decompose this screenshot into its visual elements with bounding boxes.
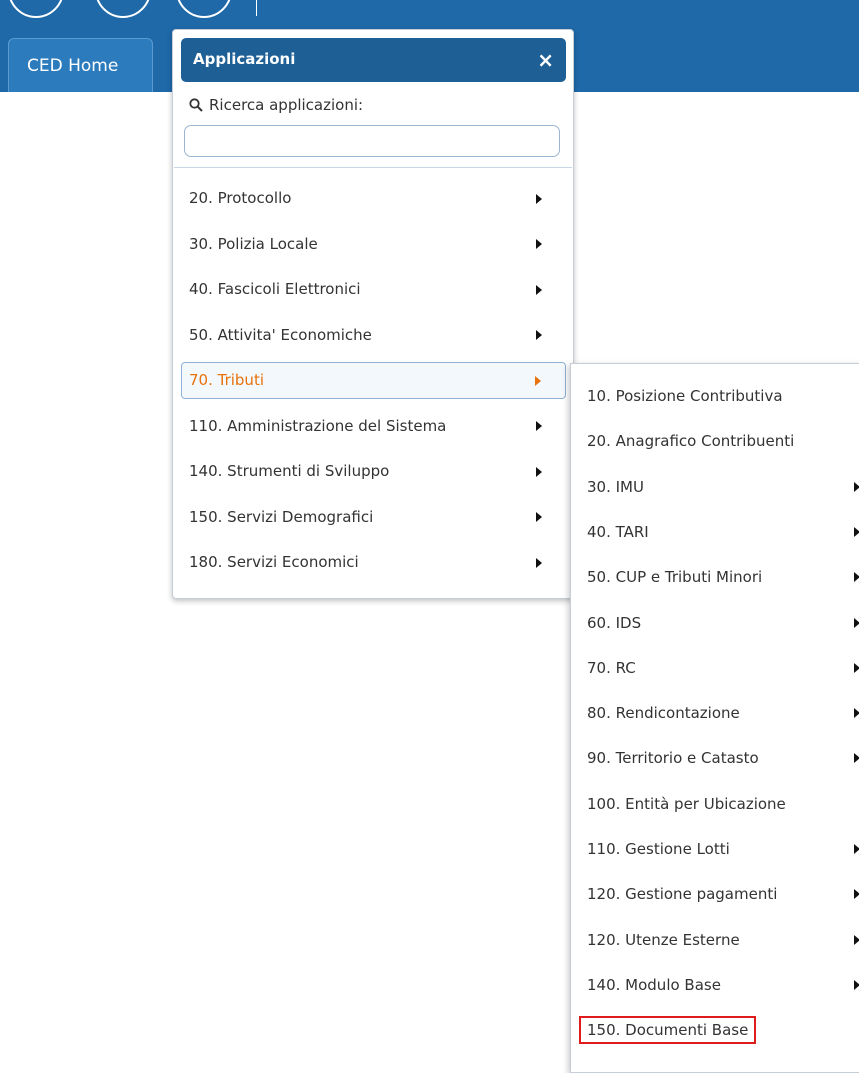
submenu-item-150-documenti-base[interactable]: 150. Documenti Base [571,1012,859,1048]
menu-item-40-fascicoli-elettronici[interactable]: 40. Fascicoli Elettronici [181,271,566,308]
submenu-item-40-tari[interactable]: 40. TARI [571,514,859,550]
submenu-arrow-icon [854,526,859,537]
submenu-item-10-posizione-contributiva[interactable]: 10. Posizione Contributiva [571,378,859,414]
submenu-arrow-icon [536,239,542,249]
nav-circle-icon[interactable] [95,0,151,18]
submenu-item-label: 120. Utenze Esterne [587,930,740,949]
applications-panel-header: Applicazioni × [181,38,566,82]
submenu-arrow-icon [536,330,542,340]
submenu-arrow-icon [854,979,859,990]
submenu-item-70-rc[interactable]: 70. RC [571,650,859,686]
submenu-item-60-ids[interactable]: 60. IDS [571,605,859,641]
submenu-item-label: 80. Rendicontazione [587,704,740,723]
submenu-item-label: 60. IDS [587,613,642,632]
submenu-item-90-territorio-e-catasto[interactable]: 90. Territorio e Catasto [571,740,859,776]
menu-item-label: 20. Protocollo [189,189,292,207]
nav-divider [256,0,257,16]
submenu-arrow-icon [854,572,859,583]
menu-item-label: 140. Strumenti di Sviluppo [189,462,390,480]
submenu-arrow-icon [536,421,542,431]
submenu-item-label: 10. Posizione Contributiva [587,387,783,405]
submenu-item-label: 30. IMU [587,477,644,496]
submenu-item-30-imu[interactable]: 30. IMU [571,469,859,505]
menu-item-70-tributi[interactable]: 70. Tributi [181,362,566,399]
submenu-item-120-utenze-esterne[interactable]: 120. Utenze Esterne [571,922,859,958]
tab-ced-home[interactable]: CED Home [8,38,153,92]
submenu-arrow-icon [536,557,542,568]
submenu-item-label: 100. Entità per Ubicazione [587,794,786,813]
menu-item-label: 70. Tributi [189,371,264,389]
menu-item-50-attivita-economiche[interactable]: 50. Attivita' Economiche [181,317,566,354]
search-icon [189,98,203,112]
submenu-item-label: 20. Anagrafico Contribuenti [587,432,795,451]
nav-circle-icon[interactable] [8,0,64,18]
menu-item-20-protocollo[interactable]: 20. Protocollo [181,180,566,217]
menu-item-label: 40. Fascicoli Elettronici [189,280,361,298]
menu-item-110-amministrazione-del-sistema[interactable]: 110. Amministrazione del Sistema [181,408,566,445]
submenu-arrow-icon [854,662,859,673]
search-label: Ricerca applicazioni: [189,96,363,114]
submenu-item-label: 110. Gestione Lotti [587,840,730,858]
submenu-arrow-icon [854,753,859,764]
submenu-arrow-icon [536,466,542,477]
submenu-arrow-icon [535,375,541,386]
nav-circle-icon[interactable] [176,0,232,18]
submenu-arrow-icon [536,512,542,522]
submenu-item-50-cup-e-tributi-minori[interactable]: 50. CUP e Tributi Minori [571,559,859,595]
search-applications-input[interactable] [184,125,560,157]
menu-item-140-strumenti-di-sviluppo[interactable]: 140. Strumenti di Sviluppo [181,453,566,490]
submenu-arrow-icon [536,193,542,204]
applications-panel-title: Applicazioni [193,50,296,68]
submenu-item-20-anagrafico-contribuenti[interactable]: 20. Anagrafico Contribuenti [571,423,859,459]
menu-item-label: 30. Polizia Locale [189,234,318,253]
divider [174,167,572,168]
submenu-arrow-icon [854,481,859,492]
submenu-item-label: 150. Documenti Base [578,1016,757,1045]
submenu-item-label: 70. RC [587,658,636,677]
submenu-arrow-icon [854,889,859,900]
menu-item-30-polizia-locale[interactable]: 30. Polizia Locale [181,226,566,263]
submenu-arrow-icon [854,617,859,628]
submenu-arrow-icon [854,708,859,719]
menu-item-label: 180. Servizi Economici [189,553,359,571]
applications-panel: Applicazioni × Ricerca applicazioni: 20.… [172,29,574,599]
submenu-item-110-gestione-lotti[interactable]: 110. Gestione Lotti [571,831,859,867]
submenu-arrow-icon [854,934,859,945]
close-icon[interactable]: × [537,38,554,82]
submenu-arrow-icon [536,284,542,295]
search-label-text: Ricerca applicazioni: [209,96,364,114]
menu-item-180-servizi-economici[interactable]: 180. Servizi Economici [181,544,566,581]
submenu-item-label: 90. Territorio e Catasto [587,749,759,768]
tributi-submenu: 10. Posizione Contributiva 20. Anagrafico… [570,363,859,1073]
menu-item-label: 110. Amministrazione del Sistema [189,416,447,435]
submenu-item-label: 120. Gestione pagamenti [587,885,778,904]
submenu-item-80-rendicontazione[interactable]: 80. Rendicontazione [571,695,859,731]
submenu-item-140-modulo-base[interactable]: 140. Modulo Base [571,967,859,1003]
submenu-item-120-gestione-pagamenti[interactable]: 120. Gestione pagamenti [571,876,859,912]
menu-item-150-servizi-demografici[interactable]: 150. Servizi Demografici [181,499,566,536]
menu-item-label: 50. Attivita' Economiche [189,325,372,344]
submenu-item-label: 40. TARI [587,522,649,541]
submenu-item-100-entit-per-ubicazione[interactable]: 100. Entità per Ubicazione [571,786,859,822]
submenu-item-label: 140. Modulo Base [587,975,721,994]
submenu-arrow-icon [854,844,859,854]
menu-item-label: 150. Servizi Demografici [189,507,374,526]
submenu-item-label: 50. CUP e Tributi Minori [587,568,763,587]
